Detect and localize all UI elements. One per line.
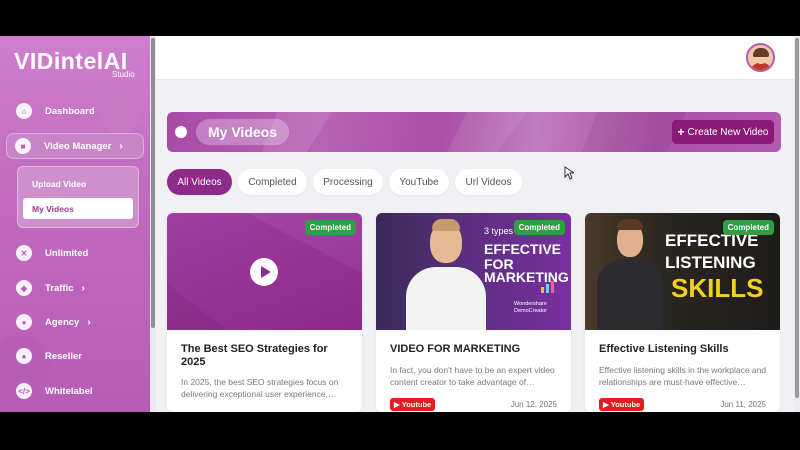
presenter-image xyxy=(595,219,665,330)
thumb-brand-text: Wondershare DemoCreator xyxy=(514,301,548,314)
youtube-icon: ▶ xyxy=(394,400,400,409)
thumb-text: EFFECTIVE xyxy=(484,241,562,257)
sidebar-item-label: Unlimited xyxy=(45,247,89,259)
sidebar-item-reseller[interactable]: ● Reseller xyxy=(8,343,144,369)
thumb-text: SKILLS xyxy=(671,273,764,303)
chevron-right-icon: › xyxy=(87,316,91,328)
sidebar-item-label: Traffic xyxy=(45,282,74,294)
chevron-right-icon: › xyxy=(119,140,123,152)
home-icon: ⌂ xyxy=(16,103,32,119)
video-title[interactable]: The Best SEO Strategies for 2025 xyxy=(181,343,351,369)
status-badge: Completed xyxy=(304,220,356,235)
video-date: Jun 12, 2025 xyxy=(510,400,557,409)
app-window: VIDintelAI Studio ⌂ Dashboard ■ Video Ma… xyxy=(0,36,800,412)
sidebar-scrollbar[interactable] xyxy=(150,36,156,412)
sidebar-item-unlimited[interactable]: ✕ Unlimited xyxy=(8,240,144,266)
sidebar-item-video-manager[interactable]: ■ Video Manager › xyxy=(6,133,144,159)
plus-icon: + xyxy=(677,125,685,139)
tab-url-videos[interactable]: Url Videos xyxy=(455,169,522,195)
thumb-text: LISTENING xyxy=(665,253,756,272)
chart-icon xyxy=(541,279,559,293)
video-thumbnail[interactable]: EFFECTIVE LISTENING SKILLS Completed xyxy=(585,213,780,330)
sidebar-item-traffic[interactable]: ◆ Traffic › xyxy=(8,275,144,301)
video-description: Effective listening skills in the workpl… xyxy=(599,365,767,387)
youtube-icon: ▶ xyxy=(603,400,609,409)
thumb-text: 3 types xyxy=(484,226,514,236)
play-icon[interactable] xyxy=(250,258,278,286)
sidebar-item-label: Dashboard xyxy=(45,105,95,117)
create-new-video-button[interactable]: + Create New Video xyxy=(672,120,774,144)
video-date: Jun 11, 2025 xyxy=(720,400,766,409)
tab-completed[interactable]: Completed xyxy=(238,169,307,195)
sidebar-item-label: Video Manager xyxy=(44,140,112,152)
video-thumbnail[interactable]: 3 types EFFECTIVE FOR MARKETING Wondersh… xyxy=(376,213,571,330)
status-badge: Completed xyxy=(722,220,774,235)
shield-icon: ◆ xyxy=(16,280,32,296)
video-description: In 2025, the best SEO strategies focus o… xyxy=(181,377,339,399)
page-title: My Videos xyxy=(196,119,289,145)
code-icon: </> xyxy=(16,383,32,399)
tab-processing[interactable]: Processing xyxy=(313,169,383,195)
video-description: In fact, you don't have to be an expert … xyxy=(390,365,555,387)
video-card[interactable]: Completed The Best SEO Strategies for 20… xyxy=(167,213,362,412)
video-card[interactable]: 3 types EFFECTIVE FOR MARKETING Wondersh… xyxy=(376,213,571,412)
mouse-cursor-icon xyxy=(564,166,574,180)
youtube-badge: ▶ Youtube xyxy=(390,398,436,411)
submenu-my-videos[interactable]: My Videos xyxy=(23,198,133,219)
video-icon: ■ xyxy=(15,138,31,154)
sidebar-item-label: Agency xyxy=(45,316,80,328)
submenu-upload-video[interactable]: Upload Video xyxy=(23,173,133,194)
tab-all-videos[interactable]: All Videos xyxy=(167,169,232,195)
brand-sub: Studio xyxy=(112,70,135,79)
page-header: My Videos + Create New Video xyxy=(167,112,781,152)
brand-logo: VIDintelAI xyxy=(14,48,128,74)
main-scrollbar[interactable] xyxy=(794,36,800,412)
user-icon: ● xyxy=(16,348,32,364)
video-manager-submenu: Upload Video My Videos xyxy=(17,166,139,228)
users-icon: ● xyxy=(16,314,32,330)
video-card[interactable]: EFFECTIVE LISTENING SKILLS Completed Eff… xyxy=(585,213,780,412)
video-title[interactable]: Effective Listening Skills xyxy=(599,343,769,356)
sidebar-item-whitelabel[interactable]: </> Whitelabel xyxy=(8,378,144,404)
header-dot xyxy=(175,126,187,138)
video-title[interactable]: VIDEO FOR MARKETING xyxy=(390,343,560,356)
video-thumbnail[interactable]: Completed xyxy=(167,213,362,330)
sidebar: VIDintelAI Studio ⌂ Dashboard ■ Video Ma… xyxy=(0,36,150,412)
top-bar xyxy=(156,36,800,80)
youtube-badge: ▶ Youtube xyxy=(599,398,645,411)
tab-youtube[interactable]: YouTube xyxy=(389,169,449,195)
sidebar-item-agency[interactable]: ● Agency › xyxy=(8,309,144,335)
sidebar-item-label: Reseller xyxy=(45,350,82,362)
sidebar-item-dashboard[interactable]: ⌂ Dashboard xyxy=(8,98,144,124)
x-circle-icon: ✕ xyxy=(16,245,32,261)
status-badge: Completed xyxy=(513,220,565,235)
avatar[interactable] xyxy=(746,43,775,72)
sidebar-item-label: Whitelabel xyxy=(45,385,93,397)
chevron-right-icon: › xyxy=(81,282,85,294)
